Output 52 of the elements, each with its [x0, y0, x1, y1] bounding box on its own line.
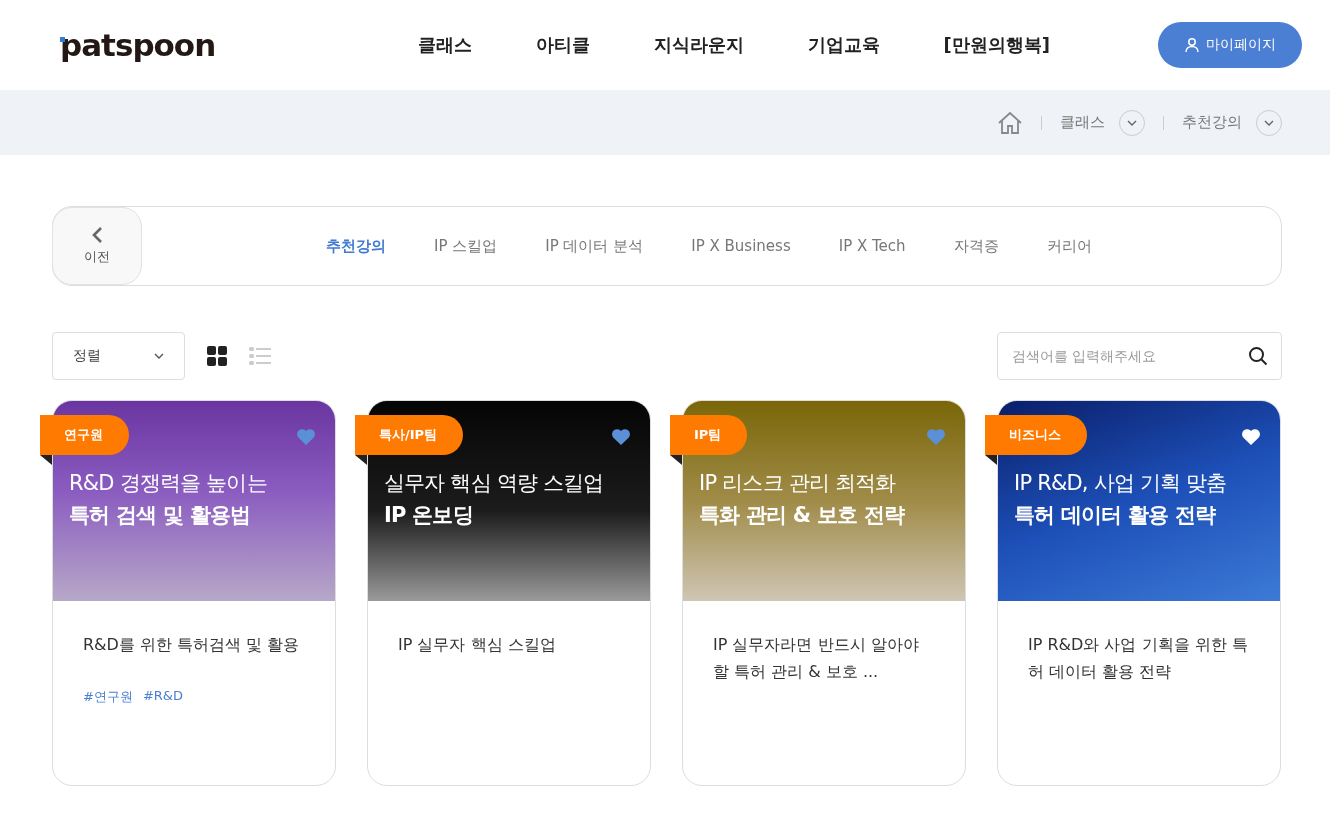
thumbnail-subtitle: 특화 관리 & 보호 전략	[699, 502, 906, 529]
category-badge: 연구원	[40, 415, 129, 455]
ribbon-fold	[670, 455, 682, 465]
category-badge: IP팀	[670, 415, 748, 455]
category-tab[interactable]: 커리어	[1022, 236, 1116, 256]
course-description: IP 실무자라면 반드시 알아야 할 특허 관리 & 보호 ...	[713, 634, 920, 683]
user-icon	[1184, 37, 1200, 53]
thumbnail-subtitle: 특허 검색 및 활용법	[69, 502, 252, 529]
back-button[interactable]: 이전	[52, 207, 142, 285]
hashtag-link[interactable]: #연구원	[83, 688, 133, 706]
list-view-icon[interactable]	[249, 347, 271, 365]
logo[interactable]: patspoon	[60, 27, 216, 63]
chevron-left-icon	[91, 226, 103, 244]
hashtag-link[interactable]: #R&D	[142, 688, 183, 706]
thumbnail-subtitle: IP 온보딩	[384, 502, 474, 529]
search-icon[interactable]	[1248, 346, 1268, 366]
category-tab[interactable]: 추천강의	[302, 236, 410, 256]
search-field[interactable]: 검색어를 입력해주세요	[997, 332, 1282, 380]
nav-link[interactable]: 아티클	[503, 33, 622, 57]
thumbnail-title: 실무자 핵심 역량 스킬업	[384, 470, 605, 497]
category-tab[interactable]: IP X Business	[667, 236, 815, 256]
sort-dropdown[interactable]: 정렬	[52, 332, 185, 380]
category-badge: 특사/IP팀	[355, 415, 464, 455]
heart-icon[interactable]	[1241, 428, 1261, 446]
ribbon-fold	[355, 455, 367, 465]
nav-link[interactable]: 기업교육	[775, 33, 912, 57]
category-tab[interactable]: IP X Tech	[814, 236, 930, 256]
chevron-down-icon	[154, 353, 164, 359]
thumbnail-subtitle: 특허 데이터 활용 전략	[1014, 502, 1217, 529]
breadcrumb-link[interactable]: 클래스	[1060, 113, 1105, 132]
course-description: IP R&D와 사업 기획을 위한 특허 데이터 활용 전략	[1028, 634, 1249, 683]
category-tab[interactable]: 자격증	[929, 236, 1023, 256]
category-badge: 비즈니스	[985, 415, 1087, 455]
thumbnail-title: IP 리스크 관리 최적화	[699, 470, 897, 497]
course-description: R&D를 위한 특허검색 및 활용	[83, 634, 301, 656]
category-tab[interactable]: IP 스킬업	[410, 236, 522, 256]
chevron-down-icon	[1264, 119, 1274, 126]
thumbnail-title: IP R&D, 사업 기획 맞춤	[1014, 470, 1228, 497]
heart-icon[interactable]	[611, 428, 631, 446]
chevron-down-icon	[1127, 119, 1137, 126]
ribbon-fold	[985, 455, 997, 465]
nav-link[interactable]: [만원의행복]	[911, 33, 1082, 57]
mypage-button[interactable]: 마이페이지	[1158, 22, 1302, 68]
category-tab[interactable]: IP 데이터 분석	[521, 236, 668, 256]
home-icon[interactable]	[997, 110, 1023, 135]
nav-link[interactable]: 클래스	[385, 33, 504, 57]
nav-link[interactable]: 지식라운지	[621, 33, 776, 57]
course-description: IP 실무자 핵심 스킬업	[398, 634, 557, 656]
breadcrumb-link[interactable]: 추천강의	[1182, 113, 1242, 132]
ribbon-fold	[40, 455, 52, 465]
thumbnail-title: R&D 경쟁력을 높이는	[69, 470, 268, 497]
grid-view-icon[interactable]	[207, 346, 227, 366]
